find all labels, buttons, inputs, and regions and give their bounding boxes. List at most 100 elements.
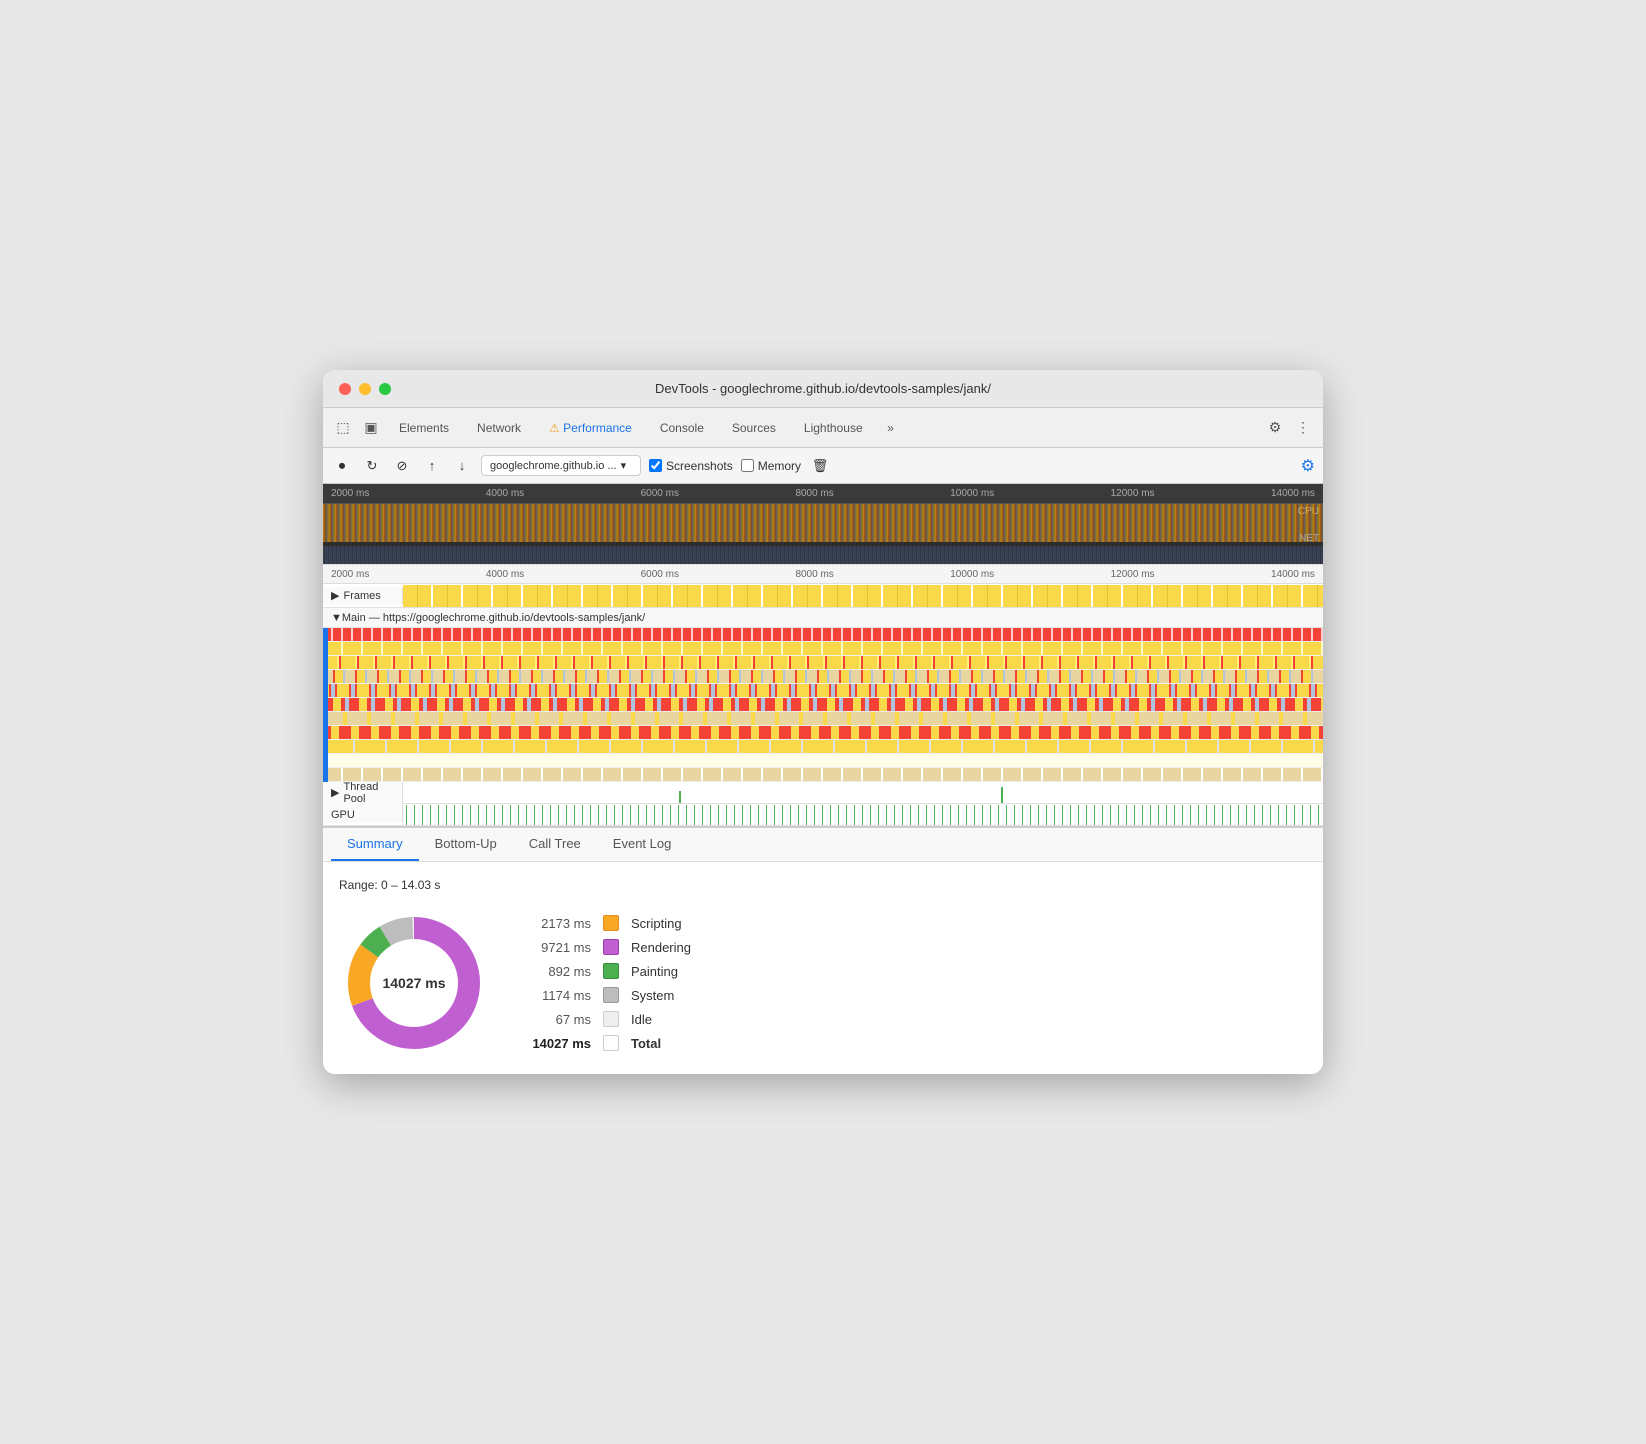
tab-bar: ⬚ ▣ Elements Network ⚠ Performance Conso… xyxy=(323,408,1323,448)
settings-icon[interactable]: ⚙ xyxy=(1263,416,1287,440)
thread-pool-label: ▶ Thread Pool xyxy=(323,779,403,807)
upload-button[interactable]: ↑ xyxy=(421,455,443,477)
donut-center: 14027 ms xyxy=(382,975,445,991)
tab-call-tree[interactable]: Call Tree xyxy=(513,828,597,861)
devtools-window: DevTools - googlechrome.github.io/devtoo… xyxy=(323,370,1323,1074)
inspect-icon[interactable]: ⬚ xyxy=(331,416,355,440)
total-swatch xyxy=(603,1035,619,1051)
title-bar: DevTools - googlechrome.github.io/devtoo… xyxy=(323,370,1323,408)
frames-label: ▶ Frames xyxy=(323,587,403,604)
window-title: DevTools - googlechrome.github.io/devtoo… xyxy=(655,381,991,396)
scripting-label: Scripting xyxy=(631,916,682,931)
scripting-row-3 xyxy=(323,712,1323,726)
scripting-row-4 xyxy=(323,740,1323,754)
overview-area[interactable]: CPU NET xyxy=(323,504,1323,564)
thread-spike-1 xyxy=(679,791,681,803)
scripting-row-5 xyxy=(323,768,1323,782)
frames-row: ▶ Frames xyxy=(323,584,1323,608)
total-label: Total xyxy=(631,1036,661,1051)
thread-pool-row: ▶ Thread Pool xyxy=(323,782,1323,804)
device-icon[interactable]: ▣ xyxy=(359,416,383,440)
record-button[interactable]: ⏺ xyxy=(331,455,353,477)
maximize-button[interactable] xyxy=(379,383,391,395)
rendering-value: 9721 ms xyxy=(521,940,591,955)
more-options-icon[interactable]: ⋮ xyxy=(1291,416,1315,440)
range-text: Range: 0 – 14.03 s xyxy=(339,878,1307,892)
screenshots-checkbox-group: Screenshots xyxy=(649,459,733,473)
system-label: System xyxy=(631,988,674,1003)
ruler-marks-bottom: 2000 ms 4000 ms 6000 ms 8000 ms 10000 ms… xyxy=(323,569,1323,580)
scripting-value: 2173 ms xyxy=(521,916,591,931)
scripting-swatch xyxy=(603,915,619,931)
tab-event-log[interactable]: Event Log xyxy=(597,828,688,861)
mixed-row-3 xyxy=(323,698,1323,712)
url-display: googlechrome.github.io ... ▾ xyxy=(481,455,641,476)
tasks-row-1 xyxy=(323,628,1323,642)
legend-painting: 892 ms Painting xyxy=(521,963,691,979)
thread-pool-content[interactable] xyxy=(403,783,1323,803)
tab-sources[interactable]: Sources xyxy=(720,415,788,441)
scripting-row-1 xyxy=(323,642,1323,656)
clear-button[interactable]: ⊘ xyxy=(391,455,413,477)
download-button[interactable]: ↓ xyxy=(451,455,473,477)
net-label: NET xyxy=(1299,533,1319,544)
thread-pool-expand-icon[interactable]: ▶ xyxy=(331,786,339,799)
main-thread-label: ▼ Main — https://googlechrome.github.io/… xyxy=(323,608,1323,628)
system-swatch xyxy=(603,987,619,1003)
flame-chart-container[interactable] xyxy=(323,628,1323,782)
minimize-button[interactable] xyxy=(359,383,371,395)
refresh-button[interactable]: ↻ xyxy=(361,455,383,477)
timeline-overview: 2000 ms 4000 ms 6000 ms 8000 ms 10000 ms… xyxy=(323,484,1323,564)
dropdown-icon[interactable]: ▾ xyxy=(621,459,627,472)
tab-elements[interactable]: Elements xyxy=(387,415,461,441)
painting-swatch xyxy=(603,963,619,979)
bottom-ruler: 2000 ms 4000 ms 6000 ms 8000 ms 10000 ms… xyxy=(323,564,1323,584)
net-chart xyxy=(323,546,1323,564)
bottom-tab-bar: Summary Bottom-Up Call Tree Event Log xyxy=(323,828,1323,862)
tab-lighthouse[interactable]: Lighthouse xyxy=(792,415,875,441)
total-value: 14027 ms xyxy=(521,1036,591,1051)
selection-highlight xyxy=(323,628,328,782)
close-button[interactable] xyxy=(339,383,351,395)
more-tabs-icon[interactable]: » xyxy=(879,416,903,440)
memory-checkbox[interactable] xyxy=(741,459,754,472)
rendering-swatch xyxy=(603,939,619,955)
traffic-lights xyxy=(339,383,391,395)
legend-scripting: 2173 ms Scripting xyxy=(521,915,691,931)
idle-label: Idle xyxy=(631,1012,652,1027)
mixed-row-4 xyxy=(323,726,1323,740)
ruler-marks-top: 2000 ms 4000 ms 6000 ms 8000 ms 10000 ms… xyxy=(331,488,1315,499)
thread-spike-2 xyxy=(1001,787,1003,803)
rendering-label: Rendering xyxy=(631,940,691,955)
painting-label: Painting xyxy=(631,964,678,979)
perf-settings-icon[interactable]: ⚙ xyxy=(1301,456,1315,476)
mixed-row-1 xyxy=(323,670,1323,684)
cpu-chart xyxy=(323,504,1323,542)
tab-bottom-up[interactable]: Bottom-Up xyxy=(419,828,513,861)
legend-rendering: 9721 ms Rendering xyxy=(521,939,691,955)
tab-console[interactable]: Console xyxy=(648,415,716,441)
empty-row xyxy=(323,754,1323,768)
screenshots-checkbox[interactable] xyxy=(649,459,662,472)
memory-checkbox-group: Memory xyxy=(741,459,801,473)
frames-content[interactable] xyxy=(403,585,1323,607)
frames-expand-icon[interactable]: ▶ xyxy=(331,589,339,602)
garbage-collect-icon[interactable]: 🗑 xyxy=(809,455,831,477)
legend-idle: 67 ms Idle xyxy=(521,1011,691,1027)
mixed-row-2 xyxy=(323,684,1323,698)
summary-body: 14027 ms 2173 ms Scripting 9721 ms Rende… xyxy=(339,908,1307,1058)
main-collapse-icon[interactable]: ▼ xyxy=(331,612,342,624)
gpu-content[interactable] xyxy=(403,805,1323,825)
tab-summary[interactable]: Summary xyxy=(331,828,419,861)
legend-system: 1174 ms System xyxy=(521,987,691,1003)
idle-value: 67 ms xyxy=(521,1012,591,1027)
gpu-row: GPU xyxy=(323,804,1323,826)
bottom-panel: Summary Bottom-Up Call Tree Event Log Ra… xyxy=(323,826,1323,1074)
tab-network[interactable]: Network xyxy=(465,415,533,441)
tab-performance[interactable]: ⚠ Performance xyxy=(537,415,644,441)
donut-chart: 14027 ms xyxy=(339,908,489,1058)
idle-swatch xyxy=(603,1011,619,1027)
legend-table: 2173 ms Scripting 9721 ms Rendering 892 … xyxy=(521,915,691,1051)
scripting-row-2 xyxy=(323,656,1323,670)
gpu-label: GPU xyxy=(323,807,403,823)
